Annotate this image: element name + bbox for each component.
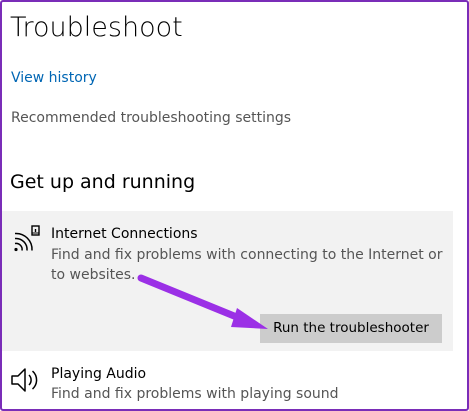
item-title: Internet Connections bbox=[51, 226, 198, 242]
page-title: Troubleshoot bbox=[10, 12, 183, 43]
run-troubleshooter-button[interactable]: Run the troubleshooter bbox=[260, 314, 442, 343]
recommended-settings-heading: Recommended troubleshooting settings bbox=[11, 110, 292, 126]
section-heading: Get up and running bbox=[10, 171, 196, 193]
playing-audio-item[interactable]: Playing Audio Find and fix problems with… bbox=[2, 358, 453, 409]
internet-connections-item[interactable]: Internet Connections Find and fix proble… bbox=[2, 211, 453, 351]
item-description: Find and fix problems with connecting to… bbox=[51, 247, 443, 283]
item-description: Find and fix problems with playing sound bbox=[51, 386, 339, 402]
view-history-link[interactable]: View history bbox=[11, 70, 97, 86]
troubleshoot-window: Troubleshoot View history Recommended tr… bbox=[0, 0, 469, 411]
wifi-signal-icon bbox=[14, 225, 40, 252]
item-title: Playing Audio bbox=[51, 366, 147, 382]
speaker-icon bbox=[11, 368, 38, 392]
